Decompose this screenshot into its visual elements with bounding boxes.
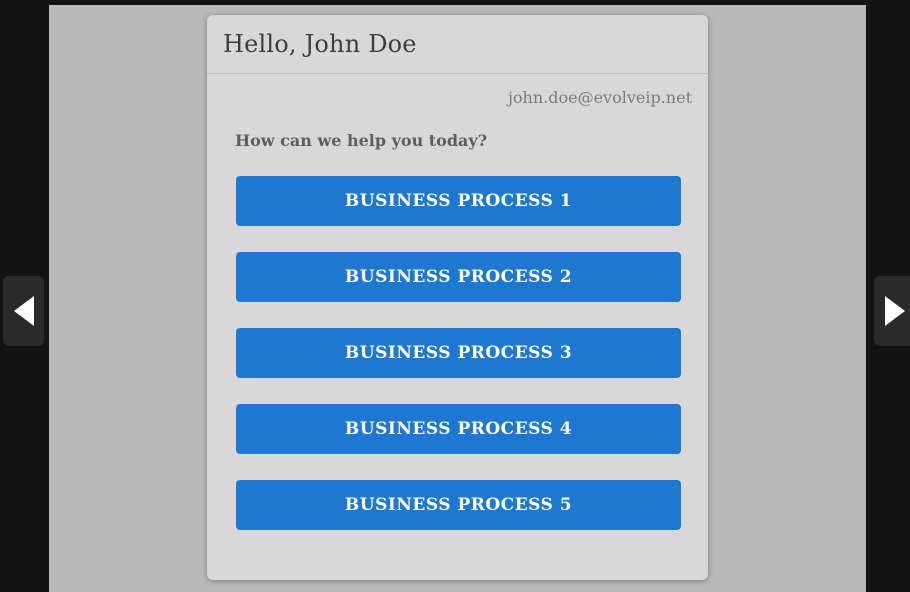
greeting-card: Hello, John Doe john.doe@evolveip.net Ho… xyxy=(207,15,708,580)
right-arrow-icon xyxy=(885,296,905,326)
left-arrow-icon xyxy=(14,296,34,326)
business-process-button[interactable]: BUSINESS PROCESS 1 xyxy=(236,176,681,226)
carousel-next-button[interactable] xyxy=(874,276,910,346)
business-process-button[interactable]: BUSINESS PROCESS 4 xyxy=(236,404,681,454)
card-header: Hello, John Doe xyxy=(207,15,708,74)
business-process-button[interactable]: BUSINESS PROCESS 3 xyxy=(236,328,681,378)
carousel-prev-button[interactable] xyxy=(3,276,44,346)
business-process-button[interactable]: BUSINESS PROCESS 5 xyxy=(236,480,681,530)
business-process-button[interactable]: BUSINESS PROCESS 2 xyxy=(236,252,681,302)
user-email: john.doe@evolveip.net xyxy=(223,87,692,109)
card-body: john.doe@evolveip.net How can we help yo… xyxy=(207,87,708,530)
card-title: Hello, John Doe xyxy=(223,30,417,58)
help-prompt: How can we help you today? xyxy=(235,131,680,151)
business-process-list: BUSINESS PROCESS 1 BUSINESS PROCESS 2 BU… xyxy=(236,151,681,530)
